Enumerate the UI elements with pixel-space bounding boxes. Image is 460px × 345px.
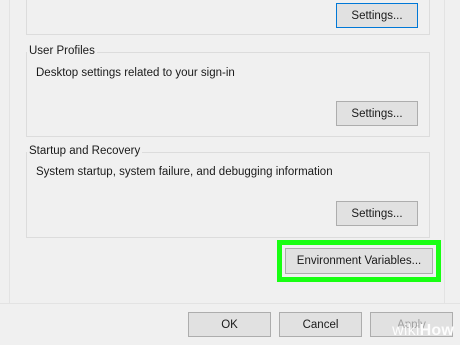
user-profiles-description: Desktop settings related to your sign-in bbox=[36, 67, 235, 79]
user-profiles-title: User Profiles bbox=[27, 45, 97, 57]
ok-button[interactable]: OK bbox=[188, 312, 271, 337]
startup-recovery-title: Startup and Recovery bbox=[27, 145, 143, 157]
system-properties-advanced-dialog: Settings... User Profiles Desktop settin… bbox=[0, 0, 460, 345]
dialog-footer: OK Cancel Apply bbox=[0, 304, 460, 345]
wikihow-watermark: wikiHow bbox=[392, 322, 454, 340]
environment-variables-button[interactable]: Environment Variables... bbox=[285, 248, 433, 274]
watermark-part2: How bbox=[419, 322, 454, 339]
startup-recovery-settings-button[interactable]: Settings... bbox=[336, 201, 418, 226]
dialog-right-border bbox=[444, 0, 445, 304]
performance-settings-button[interactable]: Settings... bbox=[336, 3, 418, 28]
watermark-part1: wiki bbox=[392, 322, 420, 339]
dialog-left-border bbox=[9, 0, 10, 304]
cancel-button[interactable]: Cancel bbox=[279, 312, 362, 337]
startup-recovery-description: System startup, system failure, and debu… bbox=[36, 166, 333, 178]
user-profiles-settings-button[interactable]: Settings... bbox=[336, 101, 418, 126]
